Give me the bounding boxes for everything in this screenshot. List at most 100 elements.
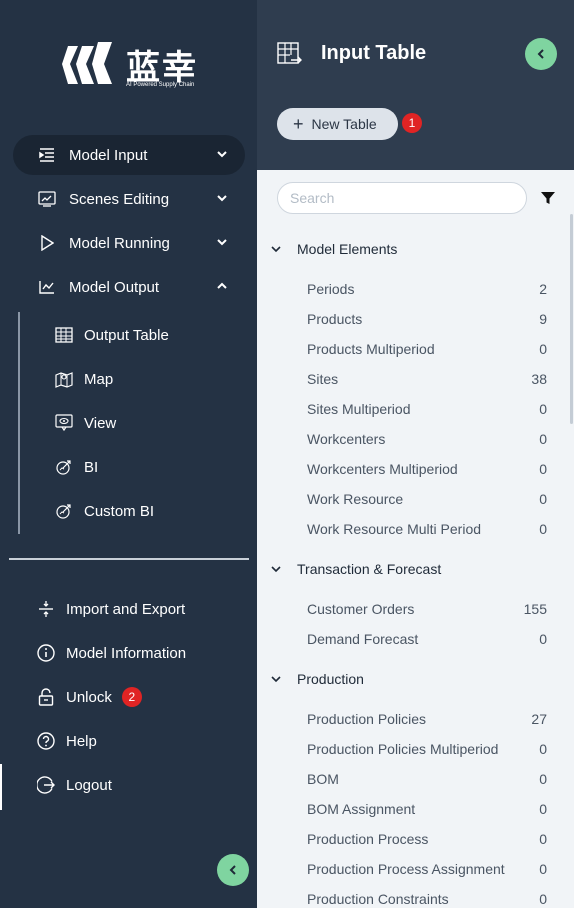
list-item-count: 0	[539, 631, 547, 647]
list-item[interactable]: Production Constraints 0	[307, 884, 547, 908]
list-item-count: 0	[539, 801, 547, 817]
group-model-elements[interactable]: Model Elements	[269, 234, 397, 264]
submenu-guide-line	[18, 312, 20, 534]
chevron-down-icon	[271, 246, 281, 253]
list-item-count: 38	[531, 371, 547, 387]
list-item-label: BOM	[307, 771, 339, 787]
list-item[interactable]: Sites Multiperiod 0	[307, 394, 547, 424]
list-item-count: 27	[531, 711, 547, 727]
list-item[interactable]: Workcenters Multiperiod 0	[307, 454, 547, 484]
help-button[interactable]: Help	[36, 723, 97, 759]
list-item-label: Workcenters	[307, 431, 386, 447]
import-export-button[interactable]: Import and Export	[36, 591, 185, 627]
help-icon	[36, 731, 56, 751]
list-item-count: 9	[539, 311, 547, 327]
list-item-count: 155	[523, 601, 547, 617]
nav-item-model-input[interactable]: Model Input	[13, 135, 245, 175]
sub-item-view[interactable]: View	[54, 405, 116, 441]
list-item[interactable]: Workcenters 0	[307, 424, 547, 454]
group-transaction-forecast[interactable]: Transaction & Forecast	[269, 554, 441, 584]
chevron-left-icon	[537, 49, 544, 59]
sub-item-bi[interactable]: BI	[54, 449, 98, 485]
table-list-panel: Model Elements Periods 2 Products 9 Produc…	[257, 170, 574, 908]
sub-item-label: Map	[84, 370, 114, 388]
chevron-down-icon	[217, 195, 227, 202]
chevron-down-icon	[217, 239, 227, 246]
collapse-panel-button[interactable]	[525, 38, 557, 70]
list-item[interactable]: Work Resource Multi Period 0	[307, 514, 547, 544]
group-title: Transaction & Forecast	[297, 561, 442, 577]
list-item-count: 0	[539, 891, 547, 907]
group-title: Model Elements	[297, 241, 398, 257]
list-item-label: BOM Assignment	[307, 801, 416, 817]
logout-button[interactable]: Logout	[36, 767, 112, 803]
list-item-label: Production Policies Multiperiod	[307, 741, 499, 757]
list-item-count: 2	[539, 281, 547, 297]
chart-edit-icon	[37, 189, 57, 209]
unlock-button[interactable]: Unlock 2	[36, 679, 142, 715]
info-icon	[36, 643, 56, 663]
chevron-up-icon	[217, 282, 227, 289]
chevron-down-icon	[217, 151, 227, 158]
page-title: Input Table	[321, 42, 427, 64]
list-item-label: Sites Multiperiod	[307, 401, 411, 417]
group-title: Production	[297, 671, 364, 687]
chevron-left-icon	[229, 865, 236, 875]
search-input[interactable]	[277, 182, 527, 214]
list-item-label: Products	[307, 311, 363, 327]
new-table-label: New Table	[311, 116, 377, 132]
list-item-label: Periods	[307, 281, 355, 297]
list-item[interactable]: Customer Orders 155	[307, 594, 547, 624]
bi-icon	[54, 457, 74, 477]
list-item[interactable]: Work Resource 0	[307, 484, 547, 514]
bottom-item-label: Model Information	[66, 644, 187, 662]
list-item[interactable]: Production Process 0	[307, 824, 547, 854]
list-item-label: Workcenters Multiperiod	[307, 461, 458, 477]
bottom-item-label: Import and Export	[66, 600, 186, 618]
model-information-button[interactable]: Model Information	[36, 635, 186, 671]
list-item-count: 0	[539, 461, 547, 477]
sub-item-map[interactable]: Map	[54, 361, 113, 397]
play-icon	[37, 233, 57, 253]
collapse-sidebar-button[interactable]	[217, 854, 249, 886]
sub-item-custom-bi[interactable]: Custom BI	[54, 493, 154, 529]
list-item-label: Production Process	[307, 831, 429, 847]
list-item[interactable]: Sites 38	[307, 364, 547, 394]
sidebar-divider	[9, 558, 249, 560]
list-item-label: Demand Forecast	[307, 631, 419, 647]
nav-item-model-output[interactable]: Model Output	[13, 267, 245, 307]
sidebar: 蓝幸 AI Powered Supply Chain Model Input S…	[0, 0, 257, 908]
group-production[interactable]: Production	[269, 664, 364, 694]
nav-item-scenes-editing[interactable]: Scenes Editing	[13, 179, 245, 219]
list-item[interactable]: Periods 2	[307, 274, 547, 304]
import-export-icon	[36, 599, 56, 619]
nav-label: Model Running	[69, 234, 170, 252]
list-item-label: Production Policies	[307, 711, 427, 727]
list-item[interactable]: BOM 0	[307, 764, 547, 794]
list-item[interactable]: Products 9	[307, 304, 547, 334]
nav-item-model-running[interactable]: Model Running	[13, 223, 245, 263]
list-item-count: 0	[539, 521, 547, 537]
chevron-down-icon	[271, 566, 281, 573]
list-item[interactable]: Production Policies Multiperiod 0	[307, 734, 547, 764]
sub-item-output-table[interactable]: Output Table	[54, 317, 169, 353]
list-item-count: 0	[539, 771, 547, 787]
sub-item-label: Output Table	[84, 326, 169, 344]
logout-icon	[36, 775, 56, 795]
nav-label: Scenes Editing	[69, 190, 170, 208]
brand-logo: 蓝幸 AI Powered Supply Chain	[60, 40, 200, 92]
filter-icon[interactable]	[541, 191, 555, 205]
map-icon	[54, 369, 74, 389]
logo-mark-icon	[62, 42, 112, 84]
list-item[interactable]: Products Multiperiod 0	[307, 334, 547, 364]
new-table-badge: 1	[402, 113, 422, 133]
bottom-item-label: Help	[66, 732, 97, 750]
list-item[interactable]: Demand Forecast 0	[307, 624, 547, 654]
panel-header: Input Table + New Table 1	[257, 0, 574, 170]
bottom-item-label: Unlock	[66, 688, 112, 706]
scrollbar[interactable]	[570, 214, 573, 424]
new-table-button[interactable]: + New Table	[277, 108, 398, 140]
list-item[interactable]: BOM Assignment 0	[307, 794, 547, 824]
list-item[interactable]: Production Policies 27	[307, 704, 547, 734]
list-item[interactable]: Production Process Assignment 0	[307, 854, 547, 884]
